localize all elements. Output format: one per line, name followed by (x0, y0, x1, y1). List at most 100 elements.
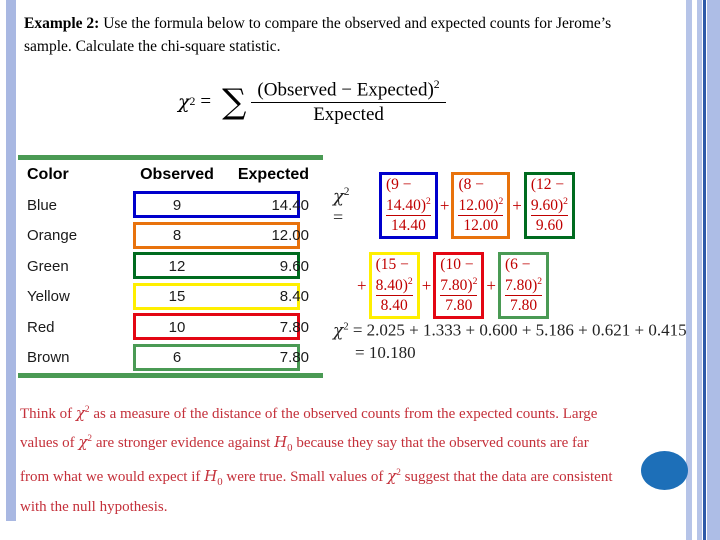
cell-observed: 12 (168, 257, 186, 275)
term-fraction-bar (530, 215, 568, 217)
term-exponent: 2 (407, 276, 413, 287)
term-fraction-bar (458, 215, 504, 217)
table-row: Red 10 7.80 (18, 312, 328, 343)
cell-expected: 9.60 (279, 257, 309, 275)
expansion-term-box: (9 − 14.40)2 14.40 (379, 172, 438, 240)
cell-observed: 8 (172, 227, 182, 245)
plus-sign: + (486, 275, 496, 295)
cell-color-name: Red (27, 318, 55, 336)
result-line-1: = 2.025 + 1.333 + 0.600 + 5.186 + 0.621 … (352, 320, 687, 340)
table-row: Green 12 9.60 (18, 251, 328, 282)
expansion-term-box: (10 − 7.80)2 7.80 (433, 252, 485, 320)
right-border-accent-line (703, 0, 706, 540)
note-part-1: Think of (20, 406, 76, 422)
cell-color-name: Green (27, 257, 69, 275)
expansion-chi-label: χ2 = (333, 186, 350, 228)
expansion-row-2: + (15 − 8.40)2 8.40 + (10 − 7.80)2 7.80 + (6 − … (355, 252, 550, 320)
left-border-strip (6, 0, 16, 521)
term-fraction-bar (375, 295, 413, 297)
term-fraction-bar (440, 295, 478, 297)
plus-sign: + (439, 195, 450, 215)
table-bottom-rule (18, 373, 323, 378)
expansion-chi-symbol: χ (333, 186, 344, 207)
numerator-exponent: 2 (433, 78, 440, 91)
plus-sign: + (421, 275, 432, 295)
example-label: Example 2: (24, 15, 100, 32)
cell-color-name: Blue (27, 196, 58, 214)
equals-sign: = (200, 91, 212, 113)
right-border-strip-inner (707, 0, 720, 540)
header-expected: Expected (237, 166, 309, 183)
header-color: Color (27, 166, 69, 183)
numerator-text: (Observed − Expected) (257, 79, 434, 101)
cell-color-name: Yellow (27, 288, 70, 306)
cell-color-name: Brown (27, 349, 70, 367)
table-row: Orange 8 12.00 (18, 221, 328, 252)
chi-symbol: χ (178, 91, 190, 114)
term-denominator: 7.80 (509, 297, 538, 315)
term-denominator: 14.40 (390, 217, 426, 235)
table-body: Blue 9 14.40 Orange 8 12.00 Green 12 9.60 Yellow 1… (18, 190, 328, 373)
term-numerator: (15 − 8.40)2 (375, 256, 413, 295)
cell-observed: 15 (168, 288, 186, 306)
term-denominator: 9.60 (535, 217, 563, 235)
slide-canvas: Example 2: Use the formula below to comp… (0, 0, 720, 540)
cell-expected: 12.00 (271, 227, 309, 245)
result-line-2: = 10.180 (355, 342, 416, 362)
chi-square-result: χ2 = 2.025 + 1.333 + 0.600 + 5.186 + 0.6… (333, 316, 687, 363)
cell-observed: 9 (172, 196, 182, 214)
slide-header-text: Example 2: Use the formula below to comp… (24, 12, 644, 58)
expansion-term-box: (12 − 9.60)2 9.60 (523, 172, 575, 240)
expansion-row-1: (9 − 14.40)2 14.40 + (8 − 12.00)2 12.00 + (12 … (379, 172, 575, 240)
plus-sign: + (512, 195, 522, 215)
chi-square-definition-formula: χ2 = ∑ (Observed − Expected)2 Expected (178, 78, 446, 126)
summation-sigma-icon: ∑ (222, 82, 247, 123)
table-row: Yellow 15 8.40 (18, 282, 328, 313)
example-body: Use the formula below to compare the obs… (24, 15, 612, 55)
expansion-term-box: (15 − 8.40)2 8.40 (368, 252, 420, 320)
table-header-row: Color Observed Expected (18, 160, 328, 190)
note-h-2: H (204, 467, 218, 485)
table-row: Blue 9 14.40 (18, 190, 328, 221)
note-part-5: were true. Small values of (222, 469, 388, 485)
term-numerator: (8 − 12.00)2 (458, 176, 504, 215)
note-chi-1: χ (75, 404, 85, 422)
chi-exponent: 2 (189, 95, 196, 109)
observed-expected-table: Color Observed Expected Blue 9 14.40 Orange… (18, 155, 328, 378)
term-exponent: 2 (563, 196, 568, 207)
result-chi-exponent: 2 (343, 321, 349, 332)
term-fraction-bar (386, 215, 431, 217)
cell-color-name: Orange (27, 227, 78, 245)
header-observed: Observed (140, 166, 214, 183)
term-exponent: 2 (472, 276, 478, 287)
result-chi: χ2 (333, 320, 349, 341)
term-denominator: 12.00 (463, 217, 499, 235)
note-h-1: H (274, 433, 288, 451)
term-numerator: (6 − 7.80)2 (504, 256, 543, 295)
formula-denominator: Expected (313, 104, 384, 126)
note-part-3: are stronger evidence against (92, 435, 275, 451)
term-numerator: (9 − 14.40)2 (386, 176, 431, 215)
expansion-term-box: (8 − 12.00)2 12.00 (451, 172, 511, 240)
cell-expected: 8.40 (279, 288, 309, 306)
term-fraction-bar (504, 295, 543, 297)
interpretation-note: Think of χ2 as a measure of the distance… (20, 398, 620, 520)
expansion-term-box: (6 − 7.80)2 7.80 (497, 252, 550, 320)
cell-expected: 14.40 (271, 196, 309, 214)
right-border-strip-outer (686, 0, 692, 540)
note-chi-3: χ (387, 467, 397, 485)
table-row: Brown 6 7.80 (18, 343, 328, 374)
formula-fraction: (Observed − Expected)2 Expected (251, 78, 446, 126)
result-chi-symbol: χ (333, 320, 344, 341)
formula-numerator: (Observed − Expected)2 (251, 78, 445, 102)
term-denominator: 7.80 (445, 297, 473, 315)
cell-observed: 10 (168, 318, 186, 336)
blue-circle-decoration (641, 451, 688, 490)
cell-expected: 7.80 (279, 318, 309, 336)
expansion-equals: = (333, 207, 344, 227)
term-exponent: 2 (537, 276, 543, 287)
cell-observed: 6 (172, 349, 182, 367)
plus-sign: + (357, 275, 367, 295)
term-numerator: (10 − 7.80)2 (440, 256, 478, 295)
term-exponent: 2 (498, 196, 504, 207)
